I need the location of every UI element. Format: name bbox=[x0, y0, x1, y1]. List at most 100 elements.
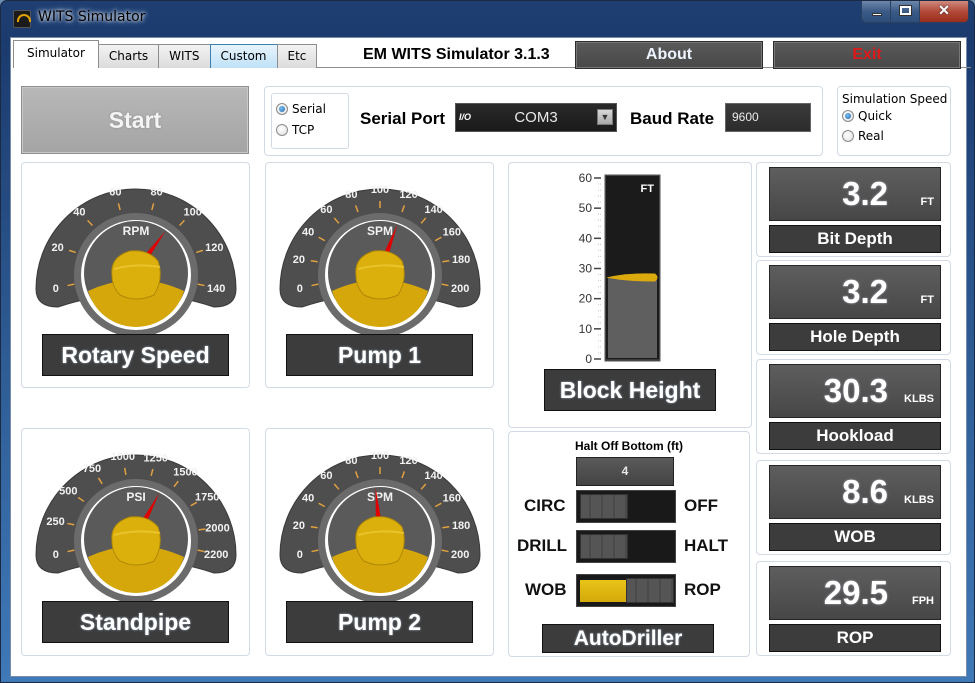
toggle-thumb[interactable] bbox=[580, 494, 628, 519]
block-height-tick-label: 0 bbox=[585, 352, 592, 366]
hookload-label: Hookload bbox=[769, 422, 941, 450]
radio-button[interactable] bbox=[842, 110, 854, 122]
gauge-tick-label: 160 bbox=[443, 226, 461, 238]
rotary-speed-panel: 0 20 40 60 80 100 120 140 RPM Rotary Speed bbox=[21, 162, 250, 388]
gauge-tick-label: 40 bbox=[73, 207, 85, 219]
radio-serial[interactable]: Serial bbox=[272, 98, 348, 119]
tab-strip: Simulator Charts WITS Custom Etc bbox=[13, 40, 318, 68]
gauge-hub bbox=[111, 516, 161, 566]
radio-tcp[interactable]: TCP bbox=[272, 119, 348, 140]
pump1-panel: 0 20 40 60 80 100 120 140 160 180 200 SPM Pump 1 bbox=[265, 162, 494, 388]
hole-depth-unit: FT bbox=[920, 294, 934, 306]
wob-unit: KLBS bbox=[904, 494, 934, 506]
pump1-gauge: 0 20 40 60 80 100 120 140160 180 200 SPM bbox=[279, 184, 481, 335]
bit-depth-readout: 3.2 FT Bit Depth bbox=[756, 162, 951, 257]
wob-readout: 8.6 KLBS WOB bbox=[756, 460, 951, 555]
gauge-hub bbox=[111, 250, 161, 300]
rotary-speed-label: Rotary Speed bbox=[42, 334, 229, 376]
halt-off-bottom-label: Halt Off Bottom (ft) bbox=[575, 439, 683, 453]
gauge-tick-label: 180 bbox=[452, 254, 470, 266]
tab-etc[interactable]: Etc bbox=[276, 44, 318, 68]
gauge-tick bbox=[310, 526, 318, 529]
bit-depth-label: Bit Depth bbox=[769, 225, 941, 253]
close-icon: ✕ bbox=[938, 2, 950, 18]
block-height-unit: FT bbox=[641, 183, 655, 195]
tab-simulator[interactable]: Simulator bbox=[13, 40, 99, 68]
radio-button[interactable] bbox=[842, 130, 854, 142]
gauge-tick-label: 60 bbox=[109, 187, 121, 199]
toggle-thumb[interactable] bbox=[580, 534, 628, 559]
gauge-tick-label: 2000 bbox=[205, 523, 229, 535]
gauge-tick-label: 20 bbox=[293, 254, 305, 266]
tab-charts[interactable]: Charts bbox=[97, 44, 160, 68]
app-window: WITS Simulator ✕ Simulator Charts WITS C… bbox=[0, 0, 975, 683]
window-title: WITS Simulator bbox=[38, 9, 146, 25]
readout-value-box: 3.2 FT bbox=[769, 265, 941, 319]
readout-value-box: 30.3 KLBS bbox=[769, 364, 941, 418]
gauge-tick-label: 100 bbox=[371, 450, 389, 462]
wob-rop-toggle[interactable] bbox=[576, 574, 676, 607]
about-button[interactable]: About bbox=[575, 41, 763, 69]
radio-quick[interactable]: Quick bbox=[838, 106, 950, 126]
toggle-thumb[interactable] bbox=[626, 578, 674, 603]
title-bar[interactable]: WITS Simulator ✕ bbox=[1, 1, 974, 37]
rop-label: ROP bbox=[684, 580, 721, 599]
hole-depth-label: Hole Depth bbox=[769, 323, 941, 351]
gauge-tick-label: 2200 bbox=[204, 549, 228, 561]
tab-custom[interactable]: Custom bbox=[209, 44, 278, 68]
gauge-tick-label: 0 bbox=[53, 283, 59, 295]
maximize-button[interactable] bbox=[891, 1, 920, 22]
exit-button[interactable]: Exit bbox=[773, 41, 961, 69]
gauge-tick-label: 40 bbox=[302, 226, 314, 238]
close-button[interactable]: ✕ bbox=[920, 1, 968, 22]
gauge-tick-label: 60 bbox=[320, 470, 332, 482]
wob-label: WOB bbox=[525, 580, 567, 599]
hookload-readout: 30.3 KLBS Hookload bbox=[756, 359, 951, 454]
gauge-tick-label: 140 bbox=[424, 470, 442, 482]
minimize-button[interactable] bbox=[862, 1, 891, 22]
circ-label: CIRC bbox=[524, 496, 566, 515]
gauge-tick-label: 80 bbox=[345, 455, 357, 467]
toggle-fill bbox=[580, 580, 628, 602]
rotary-speed-gauge: 0 20 40 60 80 100 120 140 RPM bbox=[35, 187, 237, 335]
gauge-tick-label: 120 bbox=[399, 455, 417, 467]
block-height-label: Block Height bbox=[544, 369, 716, 411]
bit-depth-unit: FT bbox=[920, 196, 934, 208]
hole-depth-readout: 3.2 FT Hole Depth bbox=[756, 260, 951, 355]
readout-value-box: 3.2 FT bbox=[769, 167, 941, 221]
gauge-tick-label: 0 bbox=[297, 549, 303, 561]
serial-port-select[interactable]: I/O COM3 ▼ bbox=[455, 103, 617, 132]
radio-label: Real bbox=[858, 129, 884, 143]
serial-port-label: Serial Port bbox=[360, 109, 446, 128]
wob-readout-label: WOB bbox=[769, 523, 941, 551]
gauge-unit-label: SPM bbox=[367, 224, 393, 238]
connection-panel: Serial TCP Serial Port I/O COM3 ▼ Baud R… bbox=[264, 86, 823, 156]
start-button[interactable]: Start bbox=[21, 86, 249, 154]
gauge-tick-label: 0 bbox=[53, 549, 59, 561]
drill-halt-toggle[interactable] bbox=[576, 530, 676, 563]
wob-value: 8.6 bbox=[842, 473, 888, 510]
gauge-unit-label: SPM bbox=[367, 490, 393, 504]
gauge-unit-label: RPM bbox=[123, 224, 150, 238]
radio-button[interactable] bbox=[276, 123, 288, 136]
readout-value-box: 8.6 KLBS bbox=[769, 465, 941, 519]
radio-real[interactable]: Real bbox=[838, 126, 950, 146]
pump1-label: Pump 1 bbox=[286, 334, 473, 376]
circ-off-toggle[interactable] bbox=[576, 490, 676, 523]
radio-label: Serial bbox=[292, 101, 326, 116]
gauge-tick-label: 100 bbox=[371, 184, 389, 196]
serial-port-value: COM3 bbox=[514, 109, 558, 126]
block-height-tick-label: 30 bbox=[579, 262, 593, 276]
baud-rate-input[interactable]: 9600 bbox=[725, 103, 811, 132]
gauge-tick-label: 20 bbox=[293, 520, 305, 532]
block-height-gauge: FT 0 10 20 30 40 50 60 bbox=[579, 171, 661, 366]
gauge-tick-label: 80 bbox=[151, 187, 163, 199]
autodriller-label: AutoDriller bbox=[542, 624, 714, 653]
halt-off-bottom-input[interactable]: 4 bbox=[576, 457, 674, 486]
tab-wits[interactable]: WITS bbox=[158, 44, 211, 68]
bit-depth-value: 3.2 bbox=[842, 175, 888, 212]
radio-button[interactable] bbox=[276, 102, 288, 115]
chevron-down-icon[interactable]: ▼ bbox=[597, 109, 613, 125]
rop-value: 29.5 bbox=[823, 574, 888, 611]
gauge-tick-label: 140 bbox=[207, 283, 225, 295]
